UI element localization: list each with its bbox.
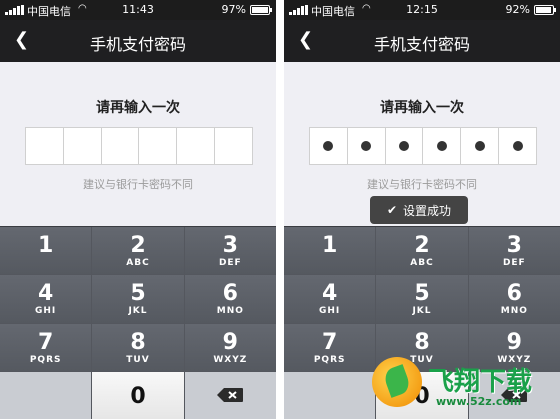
- key-letters: PQRS: [29, 354, 62, 365]
- status-bar: 中国电信 ◠ 12:15 92%: [284, 0, 560, 20]
- key-digit: 4: [38, 281, 54, 307]
- site-watermark: 飞翔下载 www.52z.com: [366, 351, 556, 417]
- pin-digit-cell: [102, 128, 140, 164]
- screen-divider: [276, 0, 284, 419]
- key-1[interactable]: 1: [284, 227, 376, 275]
- pin-digit-cell: [499, 128, 536, 164]
- key-digit: 2: [414, 233, 430, 258]
- key-digit: 0: [130, 383, 146, 409]
- key-7[interactable]: 7 PQRS: [0, 323, 92, 371]
- numeric-keypad: 1 2 ABC 3 DEF 4 GHI 5 JKL 6 MNO 7 PQRS 8 TUV 9 WXYZ 0: [0, 226, 276, 419]
- key-digit: 9: [222, 329, 238, 355]
- pin-digit-cell: [139, 128, 178, 164]
- key-3[interactable]: 3 DEF: [184, 227, 276, 275]
- pin-digit-cell: [64, 128, 102, 164]
- key-digit: 6: [506, 281, 522, 307]
- key-letters: ABC: [126, 258, 150, 268]
- watermark-brand: 飞翔下载: [428, 367, 533, 397]
- key-7[interactable]: 7 PQRS: [284, 323, 376, 371]
- key-digit: 5: [130, 281, 146, 307]
- key-letters: WXYZ: [213, 354, 248, 365]
- key-letters: GHI: [319, 306, 341, 317]
- key-letters: GHI: [35, 306, 57, 317]
- key-digit: 3: [222, 233, 238, 258]
- pin-dot: [474, 141, 485, 151]
- watermark-logo-icon: [372, 357, 422, 407]
- battery-icon: [534, 5, 556, 15]
- key-5[interactable]: 5 JKL: [92, 275, 184, 323]
- backspace-icon: [216, 387, 244, 403]
- page-title: 手机支付密码: [89, 35, 186, 54]
- key-6[interactable]: 6 MNO: [468, 275, 560, 323]
- key-letters: TUV: [126, 354, 150, 365]
- key-2[interactable]: 2 ABC: [92, 227, 184, 275]
- key-digit: 8: [130, 329, 146, 355]
- pin-digit-cell: [215, 128, 252, 164]
- key-letters: MNO: [216, 306, 244, 317]
- pin-dot: [323, 141, 334, 151]
- nav-bar: ❮ 手机支付密码: [0, 20, 276, 62]
- pin-digit-cell: [177, 128, 216, 164]
- nav-bar: ❮ 手机支付密码: [284, 20, 560, 62]
- key-digit: 5: [414, 281, 430, 307]
- key-letters: JKL: [128, 306, 148, 317]
- pin-hint: 建议与银行卡密码不同: [367, 178, 477, 191]
- pin-digit-cell: [386, 128, 424, 164]
- key-blank: [284, 371, 376, 419]
- toast-text: 设置成功: [403, 203, 452, 218]
- battery-icon: [250, 5, 272, 15]
- key-digit: 7: [322, 329, 338, 355]
- key-letters: JKL: [412, 306, 432, 317]
- key-6[interactable]: 6 MNO: [184, 275, 276, 323]
- pin-hint: 建议与银行卡密码不同: [83, 178, 193, 191]
- watermark-url: www.52z.com: [436, 395, 522, 408]
- key-digit: 4: [322, 281, 338, 307]
- phone-screen-left: 中国电信 ◠ 11:43 97% ❮ 手机支付密码请再输入一次 建议与银行卡密码不同 1 2 AB…: [0, 0, 276, 419]
- pin-dot: [512, 141, 523, 151]
- pin-digit-cell: [310, 128, 348, 164]
- key-letters: ABC: [410, 258, 434, 268]
- key-8[interactable]: 8 TUV: [92, 323, 184, 371]
- key-5[interactable]: 5 JKL: [376, 275, 468, 323]
- key-blank: [0, 371, 92, 419]
- key-9[interactable]: 9 WXYZ: [184, 323, 276, 371]
- key-4[interactable]: 4 GHI: [284, 275, 376, 323]
- pin-dot: [436, 141, 447, 151]
- key-letters: MNO: [500, 306, 528, 317]
- key-digit: 9: [506, 329, 522, 355]
- pin-digit-cell: [26, 128, 64, 164]
- key-4[interactable]: 4 GHI: [0, 275, 92, 323]
- success-toast: ✔ 设置成功: [370, 196, 468, 224]
- pin-digit-cell: [348, 128, 386, 164]
- phone-screen-right: 中国电信 ◠ 12:15 92% ❮ 手机支付密码请再输入一次 建议与银行卡密码不同 ✔ 设置成…: [284, 0, 560, 419]
- battery-percent: 97%: [221, 3, 246, 16]
- key-digit: 1: [38, 233, 54, 258]
- delete-key[interactable]: [184, 371, 276, 419]
- key-digit: 3: [506, 233, 522, 258]
- key-letters: DEF: [502, 258, 526, 268]
- pin-digit-cell: [423, 128, 462, 164]
- pin-dot: [361, 141, 372, 151]
- pin-input[interactable]: [309, 127, 537, 165]
- key-digit: 6: [222, 281, 238, 307]
- key-3[interactable]: 3 DEF: [468, 227, 560, 275]
- pin-prompt: 请再输入一次: [96, 100, 180, 116]
- checkmark-icon: ✔: [386, 203, 398, 217]
- key-1[interactable]: 1: [0, 227, 92, 275]
- key-2[interactable]: 2 ABC: [376, 227, 468, 275]
- key-0[interactable]: 0: [92, 371, 184, 419]
- page-title: 手机支付密码: [373, 35, 470, 54]
- key-letters: DEF: [218, 258, 242, 268]
- status-bar: 中国电信 ◠ 11:43 97%: [0, 0, 276, 20]
- pin-input[interactable]: [25, 127, 253, 165]
- key-letters: PQRS: [313, 354, 346, 365]
- key-digit: 2: [130, 233, 146, 258]
- key-digit: 7: [38, 329, 54, 355]
- key-digit: 1: [322, 233, 338, 258]
- pin-dot: [399, 141, 410, 151]
- pin-digit-cell: [461, 128, 500, 164]
- pin-prompt: 请再输入一次: [380, 100, 464, 116]
- key-digit: 8: [414, 329, 430, 355]
- battery-percent: 92%: [505, 3, 530, 16]
